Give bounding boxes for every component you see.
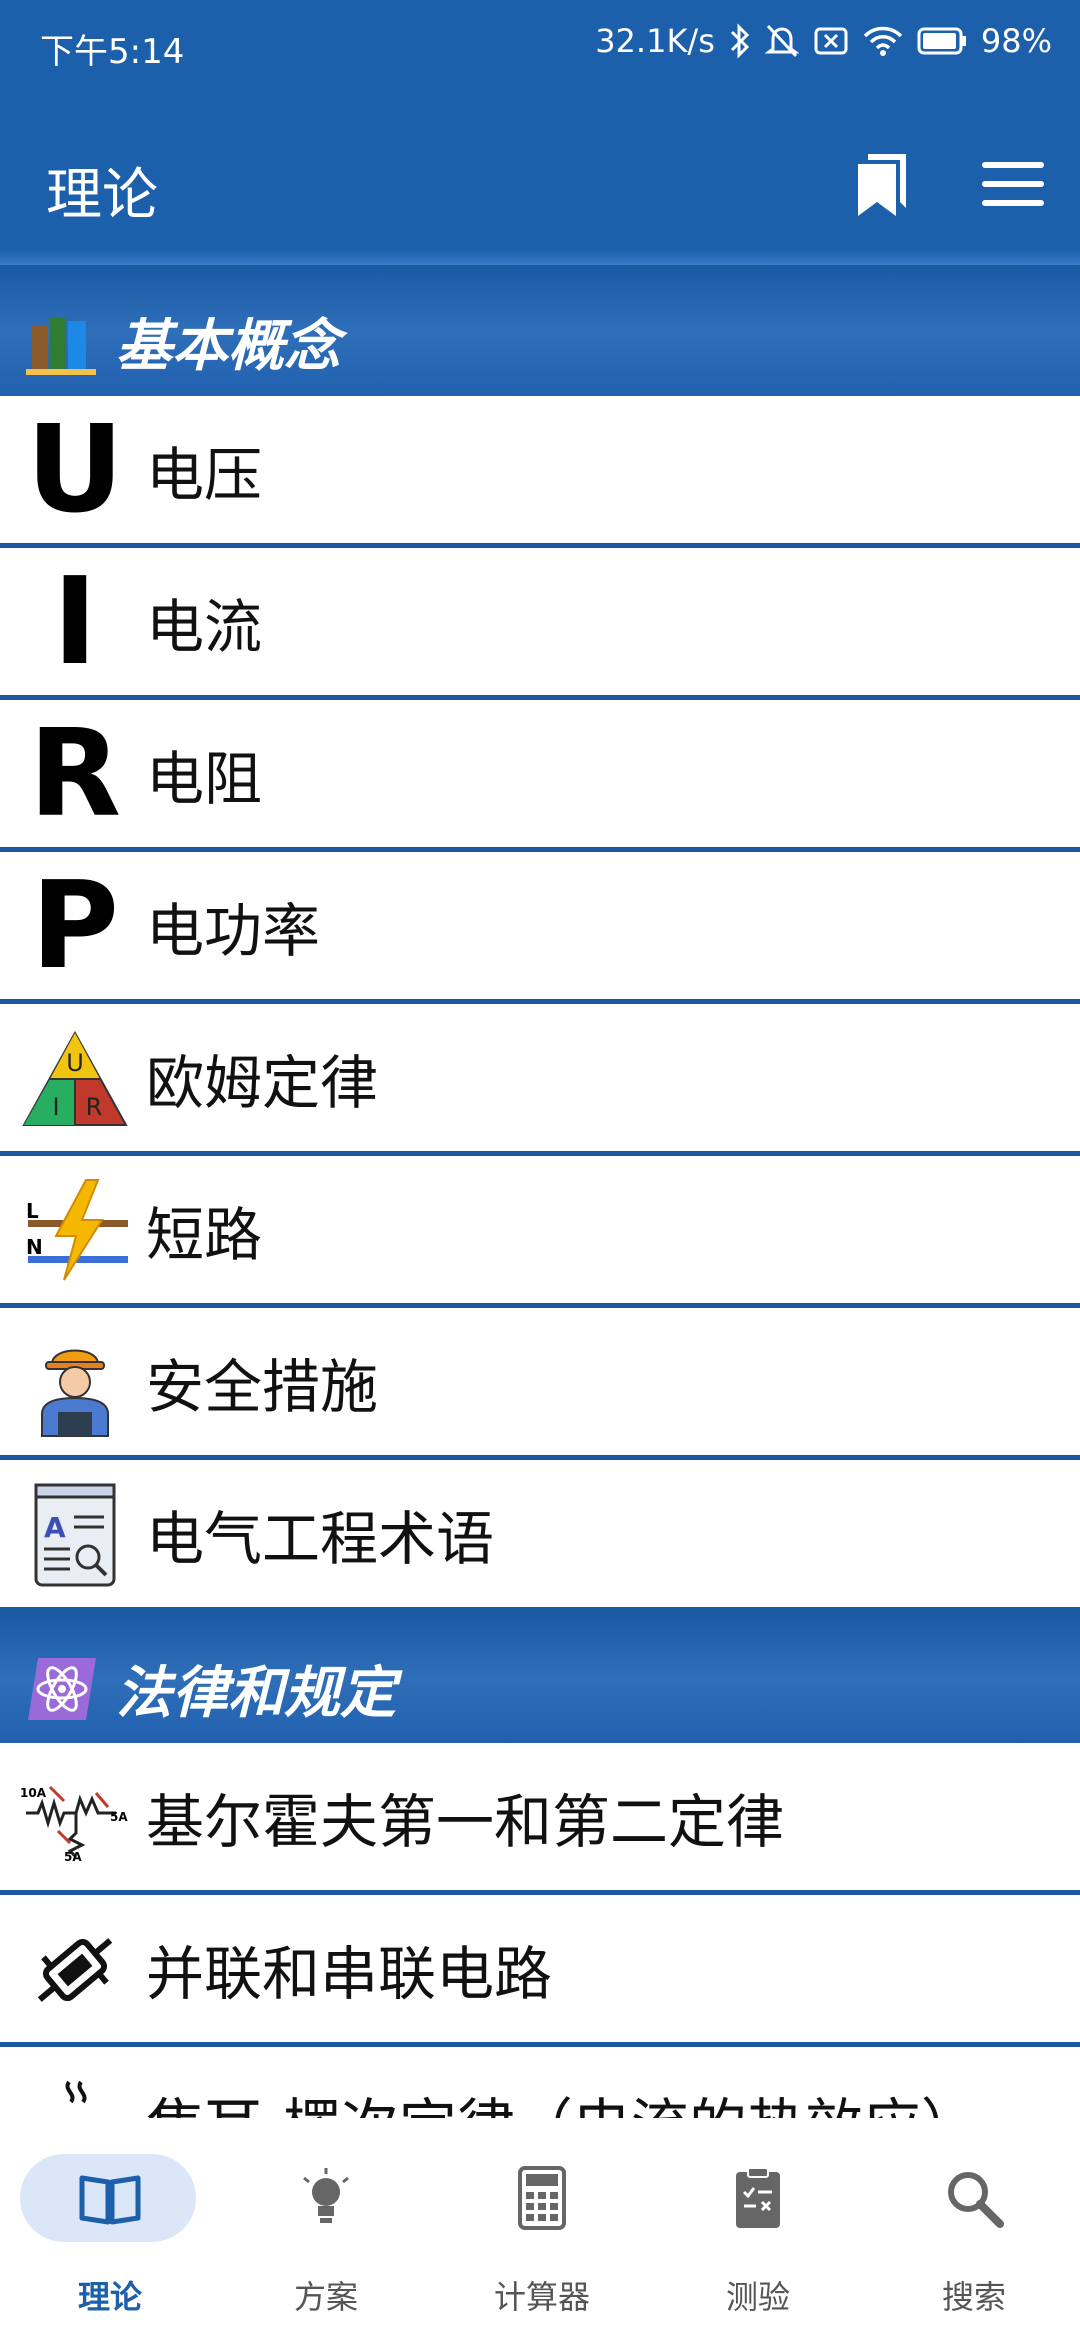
list-item-label: 电功率 — [146, 896, 321, 965]
tab-label: 测验 — [725, 2278, 790, 2316]
svg-text:N: N — [26, 1235, 43, 1259]
list-item-voltage[interactable]: U 电压 — [0, 396, 1080, 548]
list-item-glossary[interactable]: A 电气工程术语 — [0, 1460, 1080, 1612]
power-letter-icon: P — [31, 857, 119, 996]
book-icon — [79, 2175, 141, 2225]
list-item-kirchhoff[interactable]: 10A 5A 5A 基尔霍夫第一和第二定律 — [0, 1743, 1080, 1895]
tab-label: 方案 — [293, 2278, 358, 2316]
list-item-power[interactable]: P 电功率 — [0, 852, 1080, 1004]
clipboard-icon — [736, 2167, 780, 2228]
wifi-icon — [863, 26, 903, 56]
list-item-current[interactable]: I 电流 — [0, 548, 1080, 700]
list-item-resistance[interactable]: R 电阻 — [0, 700, 1080, 852]
page-title: 理论 — [46, 163, 158, 228]
list-item-ohms-law[interactable]: U I R 欧姆定律 — [0, 1004, 1080, 1156]
list-item-safety[interactable]: 安全措施 — [0, 1308, 1080, 1460]
current-letter-icon: I — [52, 553, 98, 692]
svg-text:5A: 5A — [110, 1810, 128, 1824]
circuit-icon — [37, 1938, 113, 2002]
svg-text:10A: 10A — [20, 1786, 47, 1800]
sim-icon — [814, 27, 848, 55]
tab-quiz[interactable]: 测验 — [668, 2154, 848, 2324]
tab-calculator[interactable]: 计算器 — [452, 2154, 632, 2324]
list-item-label: 电气工程术语 — [146, 1504, 495, 1573]
network-speed: 32.1K/s — [595, 22, 715, 60]
status-time: 下午5:14 — [40, 32, 185, 72]
resistance-letter-icon: R — [28, 705, 122, 844]
glossary-book-icon: A — [34, 1483, 116, 1587]
search-icon — [948, 2172, 1004, 2228]
lightbulb-icon — [303, 2168, 349, 2223]
list-item-label: 电压 — [146, 440, 263, 509]
tab-label: 搜索 — [941, 2278, 1006, 2316]
tab-theory[interactable]: 理论 — [20, 2154, 200, 2324]
section-header-laws: 法律和规定 — [0, 1612, 1080, 1762]
list-item-label: 并联和串联电路 — [146, 1939, 553, 2008]
svg-text:U: U — [66, 1049, 84, 1077]
menu-icon[interactable] — [980, 158, 1046, 210]
list-item-label: 电阻 — [146, 744, 263, 813]
section-title: 基本概念 — [116, 314, 340, 379]
list-item-label: 基尔霍夫第一和第二定律 — [146, 1787, 785, 1856]
app-bar: 理论 — [0, 90, 1080, 280]
section-title: 法律和规定 — [116, 1661, 396, 1726]
list-item-circuits[interactable]: 并联和串联电路 — [0, 1895, 1080, 2047]
tab-schemes[interactable]: 方案 — [236, 2154, 416, 2324]
bluetooth-icon — [730, 23, 749, 59]
voltage-letter-icon: U — [26, 401, 124, 540]
bottom-navigation: 理论 方案 计算器 测验 搜索 — [0, 2118, 1080, 2340]
worker-icon — [41, 1349, 109, 1437]
status-bar: 下午5:14 32.1K/s 98% — [0, 0, 1080, 90]
atom-icon — [28, 1658, 96, 1720]
battery-percent: 98% — [980, 22, 1052, 60]
bookmarks-icon[interactable] — [856, 152, 908, 218]
section-header-basics: 基本概念 — [0, 265, 1080, 415]
svg-text:A: A — [44, 1511, 66, 1544]
calculator-icon — [518, 2166, 566, 2230]
kirchhoff-icon: 10A 5A 5A — [20, 1785, 128, 1863]
battery-icon — [917, 27, 966, 55]
books-icon — [26, 317, 96, 375]
svg-text:R: R — [86, 1093, 103, 1121]
tab-label: 计算器 — [493, 2278, 590, 2316]
list-item-label: 电流 — [146, 592, 263, 661]
tab-search[interactable]: 搜索 — [884, 2154, 1064, 2324]
ohm-triangle-icon: U I R — [22, 1030, 128, 1126]
list-item-label: 安全措施 — [146, 1352, 379, 1421]
lightning-icon: L N — [26, 1179, 128, 1281]
mute-bell-icon — [764, 24, 799, 58]
list-item-short-circuit[interactable]: L N 短路 — [0, 1156, 1080, 1308]
tab-label: 理论 — [77, 2278, 142, 2316]
svg-text:I: I — [52, 1093, 59, 1121]
svg-text:L: L — [26, 1199, 39, 1223]
list-item-label: 欧姆定律 — [146, 1048, 379, 1117]
svg-text:5A: 5A — [64, 1850, 82, 1863]
list-item-label: 短路 — [146, 1200, 263, 1269]
